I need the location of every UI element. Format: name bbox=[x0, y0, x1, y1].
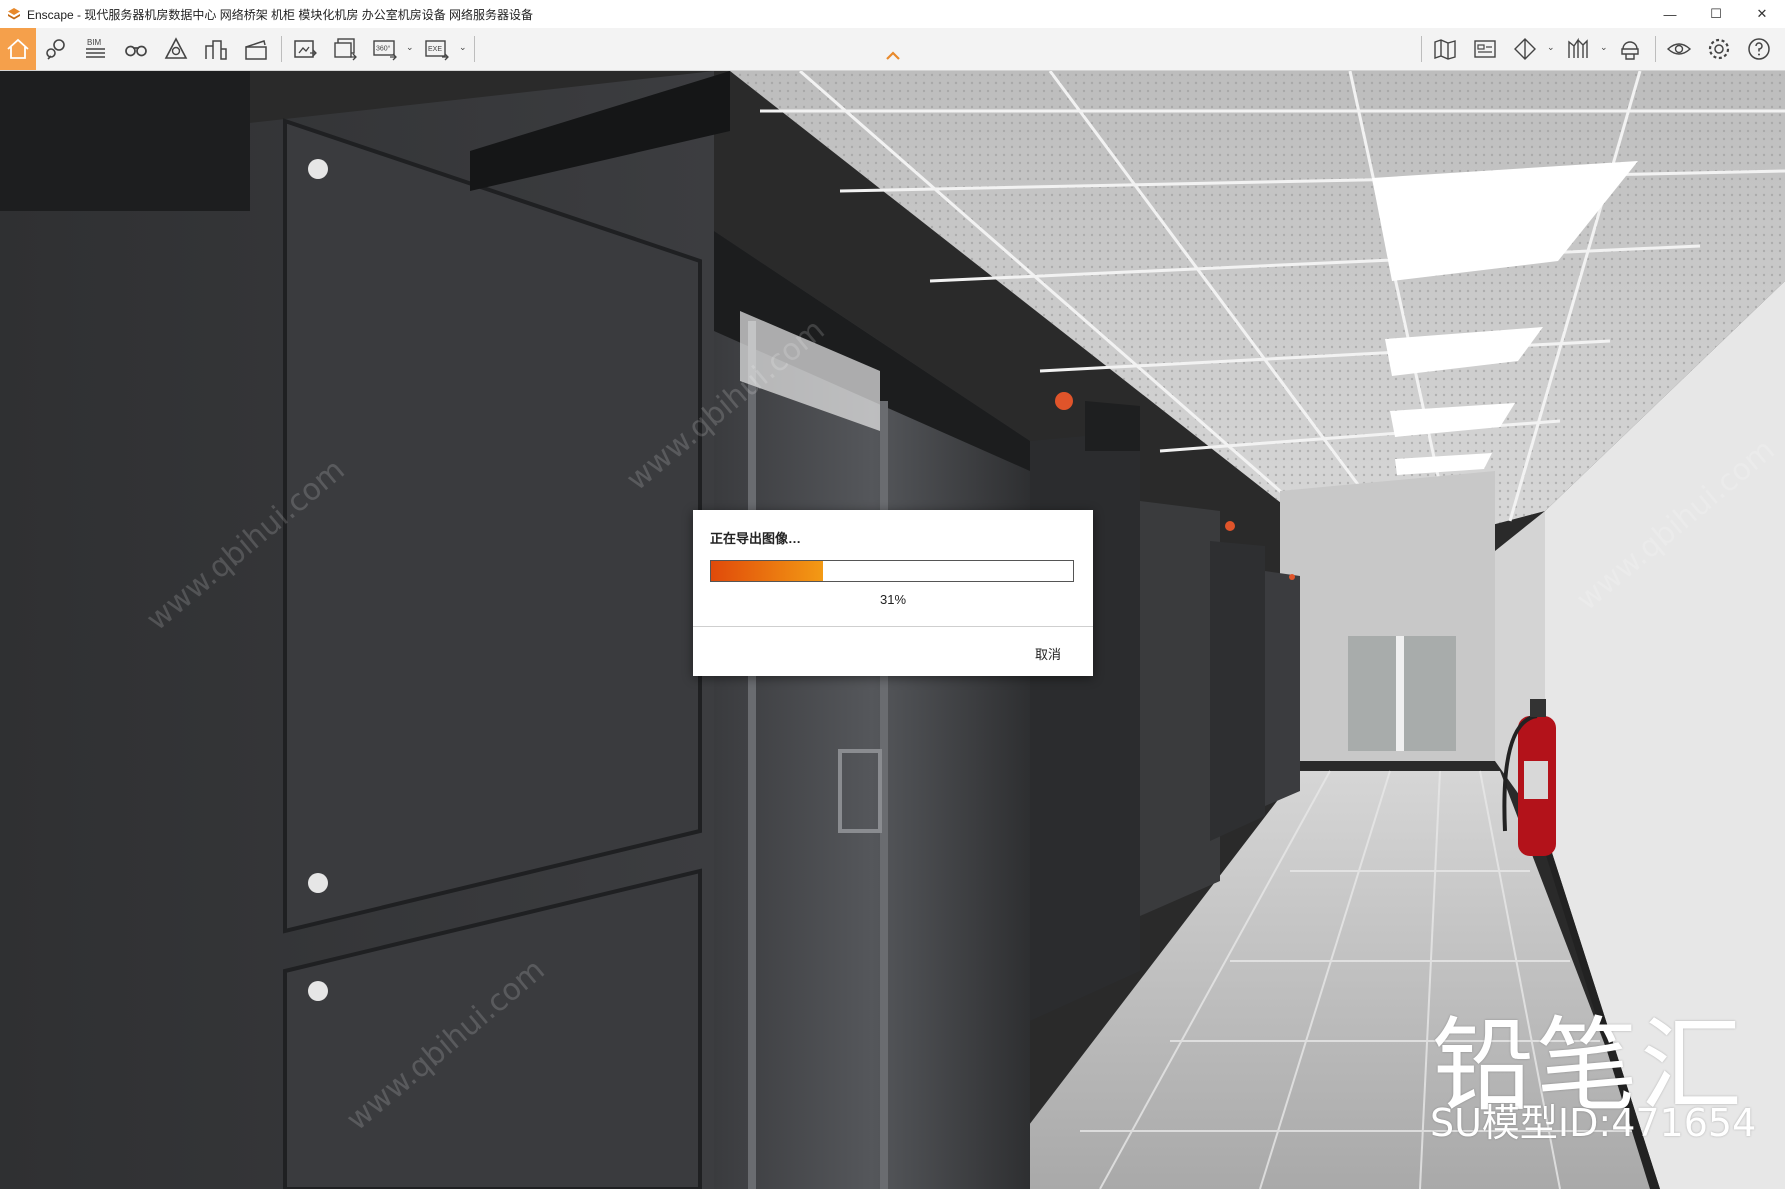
toolbar-separator bbox=[1655, 36, 1656, 62]
section-button[interactable] bbox=[1561, 32, 1595, 66]
watermark-model-id: SU模型ID:471654 bbox=[1430, 1101, 1757, 1145]
dialog-title: 正在导出图像… bbox=[710, 531, 802, 546]
section-dropdown[interactable]: ⌄ bbox=[1600, 42, 1608, 54]
bim-label: BIM bbox=[87, 38, 102, 47]
export-progress-bar bbox=[710, 560, 1074, 582]
asset-library-icon bbox=[1474, 40, 1496, 58]
toolbar-separator bbox=[281, 36, 282, 62]
progress-percent: 31% bbox=[879, 592, 907, 607]
maximize-button[interactable]: ☐ bbox=[1693, 0, 1739, 28]
clapperboard-icon bbox=[245, 40, 267, 60]
bim-icon: BIM bbox=[86, 38, 105, 58]
collapse-toolbar-icon[interactable] bbox=[884, 48, 902, 62]
visual-settings-icon bbox=[1666, 43, 1692, 55]
window-controls: — ☐ ✕ bbox=[1647, 0, 1785, 28]
minimize-button[interactable]: — bbox=[1647, 0, 1693, 28]
export-dropdown[interactable]: ⌄ bbox=[459, 42, 467, 54]
bim-button[interactable]: BIM bbox=[79, 32, 113, 66]
screenshot-button[interactable] bbox=[288, 32, 322, 66]
panorama-dropdown[interactable]: ⌄ bbox=[406, 42, 414, 54]
asset-library-button[interactable] bbox=[1468, 32, 1502, 66]
toolbar-separator bbox=[1421, 36, 1422, 62]
section-icon bbox=[1568, 37, 1588, 58]
material-dropdown[interactable]: ⌄ bbox=[1547, 42, 1555, 54]
binoculars-button[interactable] bbox=[119, 32, 153, 66]
exe-label: EXE bbox=[428, 46, 442, 53]
toolbar-separator bbox=[474, 36, 475, 62]
views-button[interactable] bbox=[39, 32, 73, 66]
buildings-icon bbox=[205, 40, 227, 60]
settings-button[interactable] bbox=[1702, 32, 1736, 66]
main-toolbar: BIM 360° ⌄ EXE ⌄ ⌄ ⌄ bbox=[0, 28, 1785, 71]
dialog-divider bbox=[693, 626, 1093, 627]
batch-render-icon bbox=[334, 38, 357, 61]
video-editor-button[interactable] bbox=[239, 32, 273, 66]
enscape-logo-icon bbox=[8, 8, 20, 20]
map-button[interactable] bbox=[1428, 32, 1462, 66]
export-progress-dialog: 正在导出图像… 31% 取消 bbox=[693, 510, 1093, 676]
panorama-icon: 360° bbox=[373, 40, 397, 61]
visual-settings-button[interactable] bbox=[1662, 32, 1696, 66]
settings-icon bbox=[1708, 38, 1730, 60]
batch-render-button[interactable] bbox=[328, 32, 362, 66]
upload-button[interactable] bbox=[1613, 32, 1647, 66]
help-icon bbox=[1748, 38, 1770, 60]
progress-fill bbox=[711, 561, 824, 581]
binoculars-icon bbox=[125, 45, 147, 57]
title-bar: Enscape - 现代服务器机房数据中心 网络桥架 机柜 模块化机房 办公室机… bbox=[0, 0, 1785, 28]
screenshot-icon bbox=[294, 40, 317, 58]
upload-icon bbox=[1621, 41, 1639, 60]
map-icon bbox=[1434, 39, 1456, 60]
material-icon bbox=[1514, 38, 1536, 60]
buildings-button[interactable] bbox=[199, 32, 233, 66]
help-button[interactable] bbox=[1742, 32, 1776, 66]
material-button[interactable] bbox=[1508, 32, 1542, 66]
export-exe-button[interactable]: EXE bbox=[420, 32, 454, 66]
atmosphere-button[interactable] bbox=[159, 32, 193, 66]
home-icon bbox=[7, 38, 29, 59]
panorama-button[interactable]: 360° bbox=[368, 32, 402, 66]
close-button[interactable]: ✕ bbox=[1739, 0, 1785, 28]
cancel-button[interactable]: 取消 bbox=[1035, 644, 1061, 663]
atmosphere-icon bbox=[164, 37, 188, 59]
export-exe-icon: EXE bbox=[425, 40, 449, 61]
panorama-label: 360° bbox=[376, 45, 391, 53]
home-button[interactable] bbox=[0, 28, 36, 70]
views-icon bbox=[46, 39, 65, 60]
window-title: Enscape - 现代服务器机房数据中心 网络桥架 机柜 模块化机房 办公室机… bbox=[27, 7, 534, 22]
